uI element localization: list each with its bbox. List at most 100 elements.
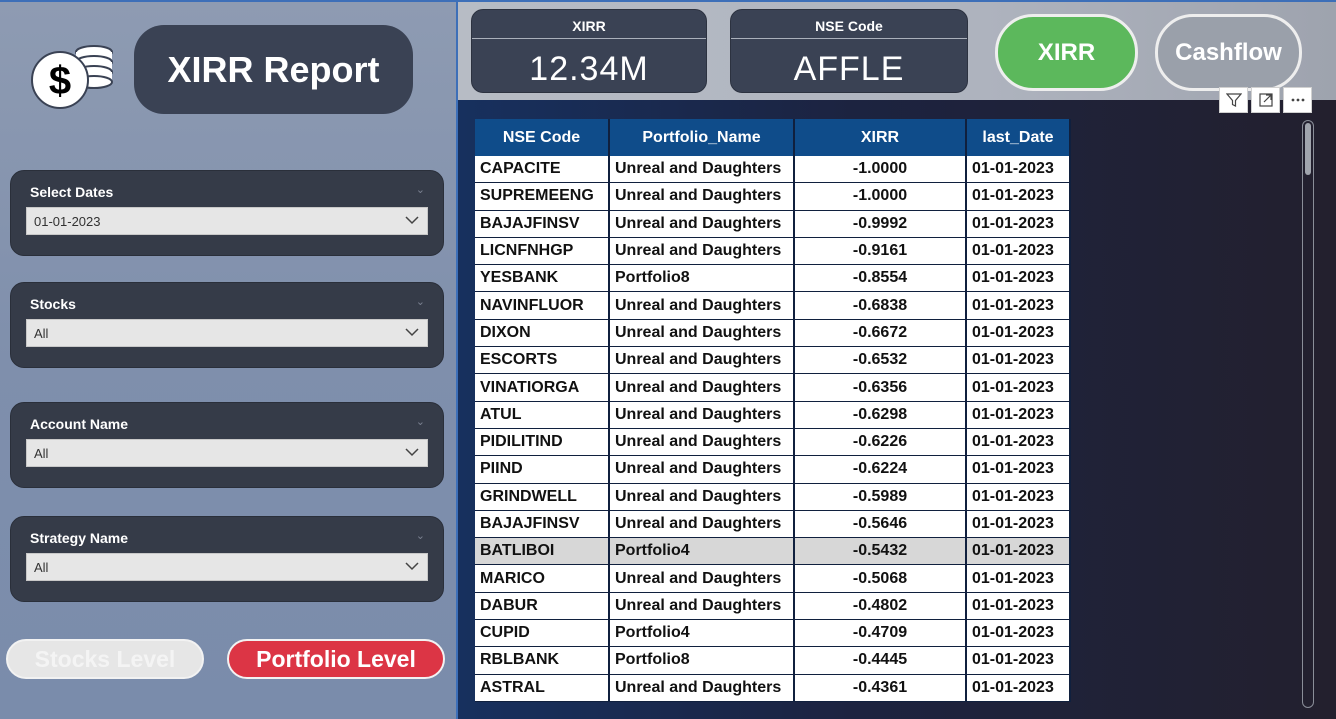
table-cell: Portfolio8 (610, 647, 795, 675)
table-cell: 01-01-2023 (967, 647, 1071, 675)
table-row[interactable]: VINATIORGA Unreal and Daughters -0.6356 01-… (475, 374, 1071, 402)
table-cell: 01-01-2023 (967, 292, 1071, 320)
account-dropdown[interactable]: All (26, 439, 428, 467)
chevron-down-icon[interactable]: ⌄ (416, 415, 425, 428)
cashflow-nav-button[interactable]: Cashflow (1155, 14, 1302, 91)
table-cell: NAVINFLUOR (475, 292, 610, 320)
table-cell: PIDILITIND (475, 428, 610, 457)
svg-text:$: $ (49, 59, 71, 103)
xirr-table: NSE Code Portfolio_Name XIRR last_Date C… (475, 119, 1073, 707)
table-row[interactable]: PIIND Unreal and Daughters -0.6224 01-01-20… (475, 456, 1071, 484)
table-row[interactable]: RBLBANK Portfolio8 -0.4445 01-01-2023 (475, 647, 1071, 675)
column-header[interactable]: Portfolio_Name (610, 119, 795, 156)
stocks-dropdown[interactable]: All (26, 319, 428, 347)
table-cell: 01-01-2023 (967, 456, 1071, 484)
table-row[interactable]: YESBANK Portfolio8 -0.8554 01-01-2023 (475, 265, 1071, 293)
table-row[interactable]: DABUR Unreal and Daughters -0.4802 01-01-20… (475, 592, 1071, 621)
table-cell: 01-01-2023 (967, 374, 1071, 402)
column-header[interactable]: XIRR (795, 119, 967, 156)
table-row[interactable]: NAVINFLUOR Unreal and Daughters -0.6838 01-… (475, 292, 1071, 320)
table-cell: PIIND (475, 456, 610, 484)
table-row[interactable]: ASTRAL Unreal and Daughters -0.4361 01-01-2… (475, 674, 1071, 702)
xirr-nav-button[interactable]: XIRR (995, 14, 1138, 91)
focus-mode-icon[interactable] (1251, 87, 1280, 113)
table-cell: 01-01-2023 (967, 510, 1071, 539)
table-cell: 01-01-2023 (967, 483, 1071, 511)
table-cell: Unreal and Daughters (610, 510, 795, 539)
table-row[interactable]: GRINDWELL Unreal and Daughters -0.5989 01-0… (475, 483, 1071, 511)
table-cell: Unreal and Daughters (610, 592, 795, 621)
table-cell: VINATIORGA (475, 374, 610, 402)
chevron-down-icon[interactable]: ⌄ (416, 183, 425, 196)
table-row[interactable]: ESCORTS Unreal and Daughters -0.6532 01-01-… (475, 347, 1071, 375)
table-cell: YESBANK (475, 265, 610, 293)
table-cell: Unreal and Daughters (610, 483, 795, 511)
more-options-icon[interactable] (1283, 87, 1312, 113)
dollar-coins-icon: $ (28, 38, 116, 112)
table-cell: DIXON (475, 319, 610, 348)
table-cell: RBLBANK (475, 647, 610, 675)
card-divider (731, 38, 967, 39)
table-cell: -0.9161 (795, 237, 967, 266)
table-cell: 01-01-2023 (967, 401, 1071, 429)
table-cell: -0.6838 (795, 292, 967, 320)
table-cell: Unreal and Daughters (610, 456, 795, 484)
strategy-dropdown[interactable]: All (26, 553, 428, 581)
report-title: XIRR Report (134, 25, 413, 114)
table-cell: Unreal and Daughters (610, 156, 795, 184)
table-cell: -0.6226 (795, 428, 967, 457)
table-row[interactable]: BATLIBOI Portfolio4 -0.5432 01-01-2023 (475, 538, 1071, 566)
table-row[interactable]: BAJAJFINSV Unreal and Daughters -0.9992 01-… (475, 210, 1071, 238)
table-cell: BATLIBOI (475, 538, 610, 566)
column-header[interactable]: last_Date (967, 119, 1071, 156)
table-cell: -0.6298 (795, 401, 967, 429)
table-cell: Unreal and Daughters (610, 292, 795, 320)
portfolio-level-button[interactable]: Portfolio Level (227, 639, 445, 679)
table-cell: DABUR (475, 592, 610, 621)
column-header[interactable]: NSE Code (475, 119, 610, 156)
table-row[interactable]: DIXON Unreal and Daughters -0.6672 01-01-20… (475, 319, 1071, 348)
table-cell: 01-01-2023 (967, 265, 1071, 293)
table-row[interactable]: SUPREMEENG Unreal and Daughters -1.0000 01-… (475, 183, 1071, 211)
slicer-label: Select Dates (30, 184, 114, 200)
slicer-label: Account Name (30, 416, 129, 432)
slicer-label: Stocks (30, 296, 76, 312)
table-cell: -1.0000 (795, 156, 967, 184)
table-row[interactable]: MARICO Unreal and Daughters -0.5068 01-01-2… (475, 565, 1071, 593)
filter-icon[interactable] (1219, 87, 1248, 113)
table-scrollbar[interactable] (1302, 120, 1314, 708)
table-cell: -0.6224 (795, 456, 967, 484)
table-cell: ATUL (475, 401, 610, 429)
scrollbar-thumb[interactable] (1305, 123, 1311, 175)
table-row[interactable]: PIDILITIND Unreal and Daughters -0.6226 01-… (475, 428, 1071, 457)
table-row[interactable]: BAJAJFINSV Unreal and Daughters -0.5646 01-… (475, 510, 1071, 539)
table-cell: -0.5068 (795, 565, 967, 593)
table-cell: 01-01-2023 (967, 592, 1071, 621)
table-row[interactable]: LICNFNHGP Unreal and Daughters -0.9161 01-0… (475, 237, 1071, 266)
table-cell: ESCORTS (475, 347, 610, 375)
table-cell: 01-01-2023 (967, 210, 1071, 238)
table-cell: -0.5432 (795, 538, 967, 566)
card-label: XIRR (572, 18, 606, 34)
stocks-level-button[interactable]: Stocks Level (6, 639, 204, 679)
chevron-down-icon[interactable]: ⌄ (416, 295, 425, 308)
table-cell: Unreal and Daughters (610, 210, 795, 238)
table-cell: -0.6672 (795, 319, 967, 348)
table-cell: -0.6532 (795, 347, 967, 375)
card-value: AFFLE (793, 50, 905, 88)
table-cell: 01-01-2023 (967, 156, 1071, 184)
xirr-card: XIRR 12.34M (471, 9, 707, 93)
table-cell: Unreal and Daughters (610, 674, 795, 702)
table-row[interactable]: CAPACITE Unreal and Daughters -1.0000 01-01… (475, 156, 1071, 184)
dropdown-value: All (34, 559, 49, 575)
table-header-row: NSE Code Portfolio_Name XIRR last_Date (475, 119, 1071, 156)
chevron-down-icon[interactable]: ⌄ (416, 529, 425, 542)
table-cell: 01-01-2023 (967, 183, 1071, 211)
table-cell: SUPREMEENG (475, 183, 610, 211)
table-row[interactable]: ATUL Unreal and Daughters -0.6298 01-01-202… (475, 401, 1071, 429)
table-row[interactable]: CUPID Portfolio4 -0.4709 01-01-2023 (475, 620, 1071, 648)
chevron-down-icon (405, 562, 419, 571)
date-dropdown[interactable]: 01-01-2023 (26, 207, 428, 235)
table-cell: -0.9992 (795, 210, 967, 238)
table-cell: CAPACITE (475, 156, 610, 184)
